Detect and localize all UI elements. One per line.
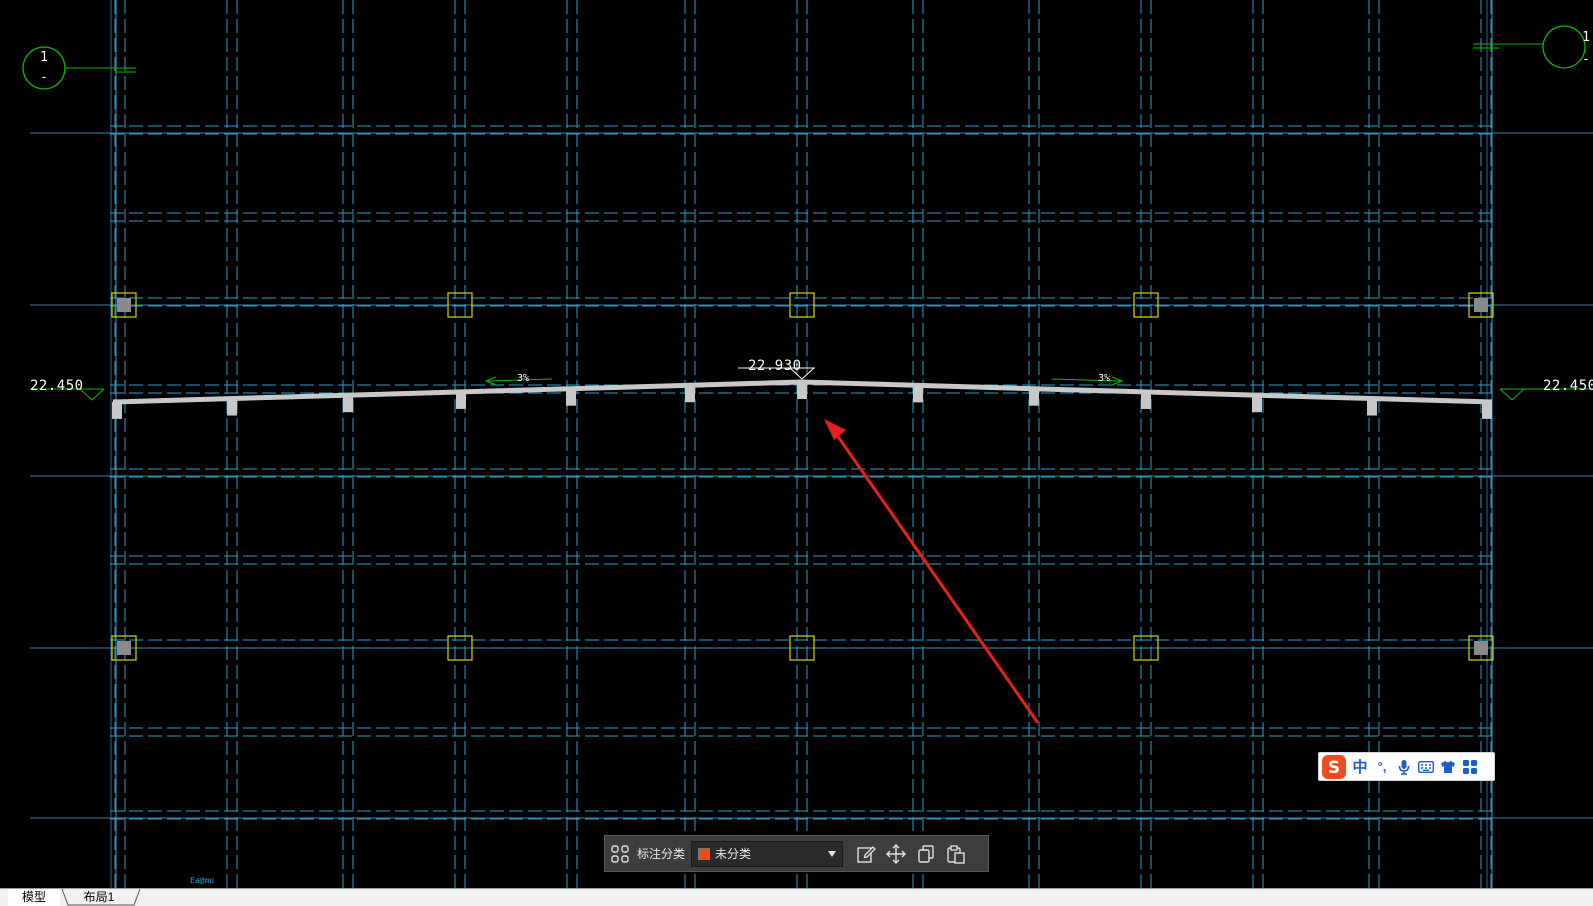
roof-rib xyxy=(685,385,695,403)
sogou-logo-icon[interactable]: S xyxy=(1319,753,1349,781)
tab-model[interactable]: 模型 xyxy=(8,889,60,906)
grid-apps-icon[interactable] xyxy=(605,839,635,869)
apps-icon[interactable] xyxy=(1459,753,1481,781)
roof-rib xyxy=(1141,391,1151,409)
microphone-icon[interactable] xyxy=(1393,753,1415,781)
roof-rib xyxy=(1252,395,1262,413)
axis-number-left: 1 xyxy=(40,50,48,65)
slope-label-right: 3% xyxy=(1098,373,1111,384)
elevation-marker-left xyxy=(79,388,105,401)
annotation-category-select[interactable]: 未分类 xyxy=(691,840,844,867)
roof-rib xyxy=(797,382,807,399)
small-drawing-label: Ea@mu xyxy=(190,876,215,885)
roof-rib xyxy=(112,401,122,419)
annotation-toolbar: 标注分类 未分类 xyxy=(604,835,989,872)
column-box-fill xyxy=(117,298,131,312)
roof-rib xyxy=(913,385,923,403)
ime-toolbar: S 中 °, xyxy=(1318,752,1495,781)
layout-tab-bar: 模型 布局1 xyxy=(0,888,1593,906)
axis-sub-right: - xyxy=(1582,52,1590,67)
ime-language-toggle[interactable]: 中 xyxy=(1349,753,1371,781)
roof-rib xyxy=(343,395,353,413)
copy-icon[interactable] xyxy=(911,839,941,869)
axis-number-right: 1 xyxy=(1582,30,1590,45)
roof-rib xyxy=(1367,398,1377,416)
paste-icon[interactable] xyxy=(941,839,971,869)
elevation-label-left: 22.450 xyxy=(30,378,84,394)
roof-rib xyxy=(1029,388,1039,406)
column-box-fill xyxy=(1474,298,1488,312)
edit-icon[interactable] xyxy=(851,839,881,869)
elevation-label-center: 22.930 xyxy=(748,358,802,374)
tab-layout1[interactable]: 布局1 xyxy=(68,889,130,906)
annotation-arrowhead xyxy=(824,419,846,440)
annotation-category-value: 未分类 xyxy=(715,847,752,861)
roof-rib xyxy=(227,398,237,416)
axis-sub-left: - xyxy=(40,70,48,85)
move-icon[interactable] xyxy=(881,839,911,869)
category-color-swatch xyxy=(698,847,711,860)
sogou-logo-letter: S xyxy=(1328,758,1340,778)
chevron-down-icon xyxy=(828,850,837,857)
roof-rib xyxy=(1482,401,1492,419)
roof-rib xyxy=(566,388,576,406)
elevation-marker-right xyxy=(1499,388,1525,401)
ime-punctuation-toggle[interactable]: °, xyxy=(1371,753,1393,781)
keyboard-icon[interactable] xyxy=(1415,753,1437,781)
column-box-fill xyxy=(1474,641,1488,655)
shirt-icon[interactable] xyxy=(1437,753,1459,781)
annotation-arrow-line xyxy=(830,427,1040,724)
column-box-fill xyxy=(117,641,131,655)
elevation-label-right: 22.450 xyxy=(1543,378,1593,394)
roof-rib xyxy=(456,391,466,409)
slope-label-left: 3% xyxy=(517,373,530,384)
annotation-category-label: 标注分类 xyxy=(637,847,686,861)
